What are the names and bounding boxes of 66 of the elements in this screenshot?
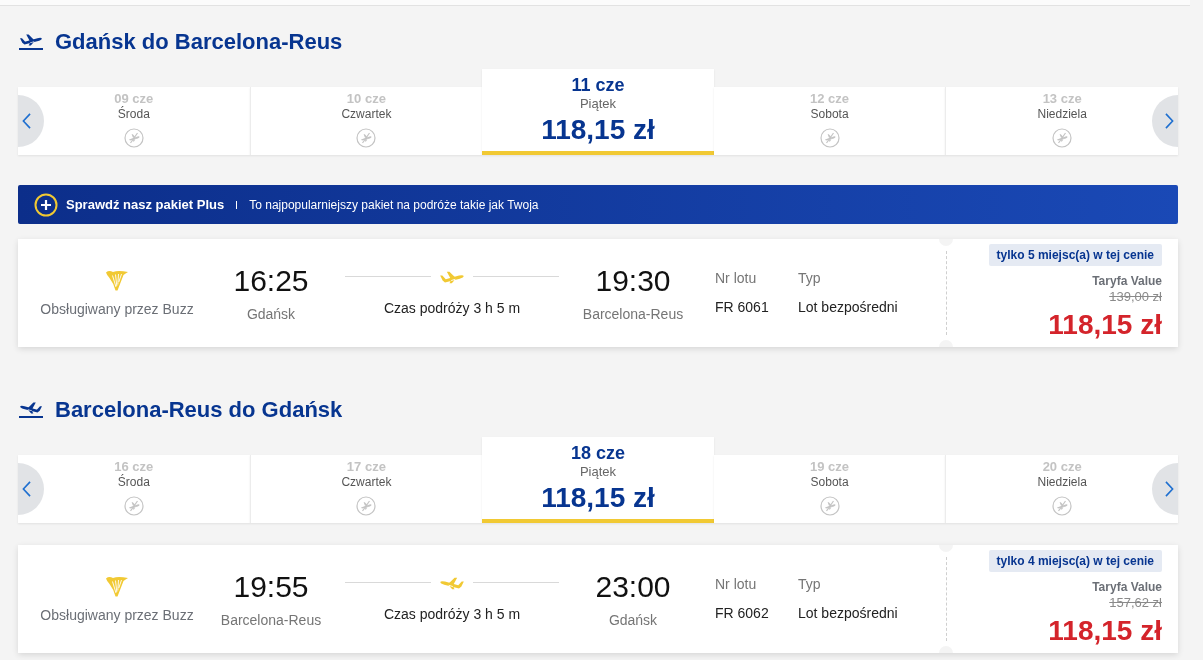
fare-price: 118,15 zł [1048, 615, 1162, 647]
no-flights-icon [123, 128, 144, 148]
plus-circle-icon [34, 192, 58, 217]
promo-text: To najpopularniejszy pakiet na podróże takie jak Twoja [249, 197, 539, 212]
date-tab[interactable]: 19 cze Sobota [713, 455, 946, 523]
chevron-right-icon [1165, 481, 1174, 497]
seats-left-tag: tylko 5 miejsc(a) w tej cenie [988, 244, 1162, 266]
fare-name: Taryfa Value [1092, 579, 1162, 595]
arrival-airport: Gdańsk [608, 611, 658, 629]
date-tab[interactable]: 20 cze Niedziela [945, 455, 1178, 523]
date-tab[interactable]: 13 cze Niedziela [945, 87, 1178, 155]
plane-icon [439, 575, 465, 590]
departure-airport: Gdańsk [246, 305, 296, 323]
fare-name: Taryfa Value [1092, 273, 1162, 289]
chevron-left-icon [22, 113, 31, 129]
fare-price: 118,15 zł [1048, 309, 1162, 341]
operator-text: Obsługiwany przez Buzz [40, 300, 194, 318]
harp-logo-icon [105, 268, 129, 291]
arrival-airport: Barcelona-Reus [582, 305, 684, 323]
promo-banner[interactable]: Sprawdź nasz pakiet Plus To najpopularniejszy pakiet na podróże takie jak Twoja [18, 185, 1178, 224]
old-price: 139,00 zł [1109, 289, 1162, 305]
flight-type: Lot bezpośredni [798, 605, 898, 622]
chevron-right-icon [1165, 113, 1174, 129]
takeoff-icon [19, 33, 43, 50]
no-flights-icon [819, 496, 840, 516]
plane-icon [439, 269, 465, 284]
no-flights-icon [819, 128, 840, 148]
departure-time: 16:25 [233, 263, 309, 298]
seats-left-tag: tylko 4 miejsc(a) w tej cenie [988, 550, 1162, 572]
no-flights-icon [1052, 128, 1073, 148]
no-flights-icon [123, 496, 144, 516]
operator-text: Obsługiwany przez Buzz [40, 606, 194, 624]
flight-number: FR 6062 [715, 605, 769, 622]
arrival-time: 19:30 [595, 263, 671, 298]
flight-card[interactable]: Obsługiwany przez Buzz 16:25 Gdańsk Czas podróży 3 h 5 m 19:30 Barcelona-Reus Nr lotu FR 6061 Typ Lot bezpośredni tylko 5 miejsc(a) w tej cenie Taryfa Value 139,00 zł 118,15 zł [18, 239, 1178, 347]
date-tab[interactable]: 18 cze Piątek 118,15 zł [482, 437, 714, 523]
section-title: Barcelona-Reus do Gdańsk [55, 396, 343, 423]
departure-time: 19:55 [233, 569, 309, 604]
flight-number-label: Nr lotu [715, 270, 757, 287]
date-tab[interactable]: 17 cze Czwartek [249, 455, 483, 523]
flight-duration: Czas podróży 3 h 5 m [383, 605, 521, 623]
flight-card[interactable]: Obsługiwany przez Buzz 19:55 Barcelona-Reus Czas podróży 3 h 5 m 23:00 Gdańsk Nr lotu FR 6062 Typ Lot bezpośredni tylko 4 miejsc(a) w tej cenie Taryfa Value 157,62 zł 118,15 zł [18, 545, 1178, 653]
arrival-time: 23:00 [595, 569, 671, 604]
harp-logo-icon [105, 574, 129, 597]
no-flights-icon [1052, 496, 1073, 516]
section-title: Gdańsk do Barcelona-Reus [55, 28, 343, 55]
date-tab[interactable]: 11 cze Piątek 118,15 zł [482, 69, 714, 155]
flight-duration: Czas podróży 3 h 5 m [383, 299, 521, 317]
date-tab[interactable]: 10 cze Czwartek [249, 87, 483, 155]
no-flights-icon [356, 128, 377, 148]
flight-type: Lot bezpośredni [798, 299, 898, 316]
flight-number: FR 6061 [715, 299, 769, 316]
promo-title: Sprawdź nasz pakiet Plus [66, 197, 225, 212]
flight-type-label: Typ [798, 270, 821, 287]
date-tab[interactable]: 09 cze Środa [18, 87, 250, 155]
date-tab[interactable]: 12 cze Sobota [713, 87, 946, 155]
date-tab[interactable]: 16 cze Środa [18, 455, 250, 523]
chevron-left-icon [22, 481, 31, 497]
departure-airport: Barcelona-Reus [220, 611, 322, 629]
flight-number-label: Nr lotu [715, 576, 757, 593]
flight-type-label: Typ [798, 576, 821, 593]
ticket-notch [939, 646, 953, 653]
landing-icon [19, 401, 43, 418]
ticket-notch [939, 340, 953, 347]
old-price: 157,62 zł [1109, 595, 1162, 611]
no-flights-icon [356, 496, 377, 516]
